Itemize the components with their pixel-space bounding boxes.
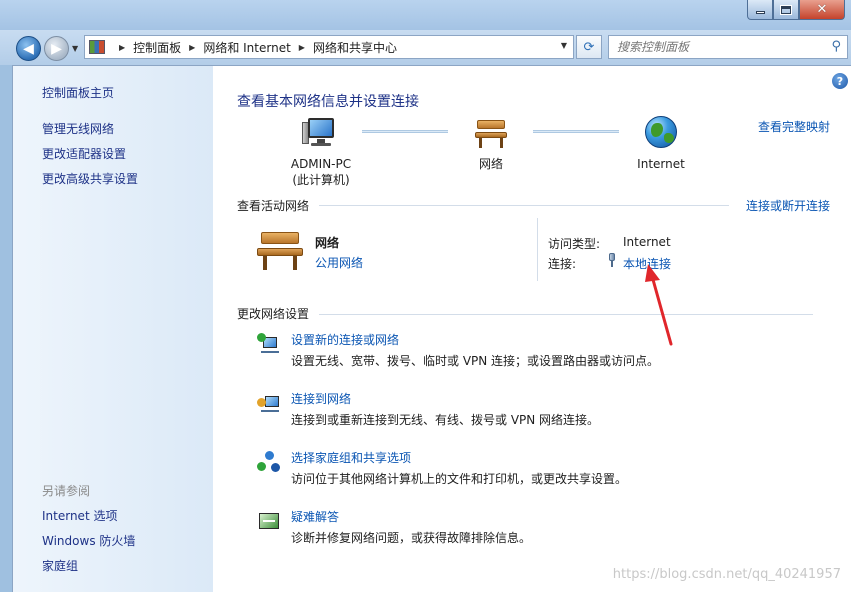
new-connection-icon	[257, 333, 281, 355]
computer-name: ADMIN-PC	[290, 157, 352, 171]
new-connection-desc: 设置无线、宽带、拨号、临时或 VPN 连接；或设置路由器或访问点。	[291, 354, 660, 368]
control-panel-icon	[89, 40, 105, 54]
search-box[interactable]: ⚲	[608, 35, 848, 59]
ethernet-plug-icon	[608, 253, 616, 267]
active-networks-heading: 查看活动网络	[237, 199, 310, 213]
breadcrumb-separator-icon[interactable]: ▶	[299, 43, 305, 52]
new-connection-link[interactable]: 设置新的连接或网络	[291, 331, 399, 348]
maximize-icon	[780, 4, 792, 15]
back-button[interactable]: ◀	[16, 36, 41, 61]
address-dropdown-icon[interactable]: ▼	[561, 41, 567, 50]
minimize-button[interactable]	[747, 0, 773, 20]
navigation-bar: ◀ ▶ ▼ ▶ 控制面板 ▶ 网络和 Internet ▶ 网络和共享中心 ▼ …	[0, 30, 851, 65]
bench-network-icon	[473, 116, 509, 150]
connections-label: 连接:	[548, 257, 577, 271]
address-bar[interactable]: ▶ 控制面板 ▶ 网络和 Internet ▶ 网络和共享中心 ▼	[84, 35, 574, 59]
internet-label: Internet	[637, 157, 685, 171]
sidebar: 控制面板主页 管理无线网络 更改适配器设置 更改高级共享设置 另请参阅 Inte…	[13, 66, 213, 592]
content-area: 控制面板主页 管理无线网络 更改适配器设置 更改高级共享设置 另请参阅 Inte…	[12, 65, 851, 592]
breadcrumb-separator-icon[interactable]: ▶	[119, 43, 125, 52]
connect-network-link[interactable]: 连接到网络	[291, 390, 351, 407]
change-settings-heading: 更改网络设置	[237, 307, 310, 321]
sidebar-homegroup[interactable]: 家庭组	[42, 557, 78, 574]
globe-icon	[645, 116, 677, 148]
map-node-computer[interactable]: ADMIN-PC (此计算机)	[279, 116, 363, 188]
sidebar-advanced-sharing[interactable]: 更改高级共享设置	[42, 170, 138, 187]
computer-icon	[302, 116, 340, 150]
homegroup-icon	[257, 451, 281, 473]
title-bar: ✕	[0, 0, 851, 30]
main-panel: ? 查看基本网络信息并设置连接 查看完整映射 ADMIN-PC (此计算机) 网…	[213, 66, 851, 592]
close-icon: ✕	[816, 2, 828, 17]
access-type-value: Internet	[623, 235, 671, 249]
search-input[interactable]	[617, 40, 817, 54]
map-node-network[interactable]: 网络	[463, 116, 519, 172]
forward-arrow-icon: ▶	[51, 40, 62, 57]
sidebar-internet-options[interactable]: Internet 选项	[42, 507, 117, 524]
section-divider	[319, 314, 813, 315]
breadcrumb-network-sharing-center[interactable]: 网络和共享中心	[313, 39, 397, 56]
back-arrow-icon: ◀	[23, 40, 34, 57]
active-network-name: 网络	[315, 236, 340, 250]
bench-network-icon	[255, 228, 305, 272]
map-link-line	[533, 130, 619, 133]
watermark: https://blog.csdn.net/qq_40241957	[612, 567, 841, 582]
network-type-link[interactable]: 公用网络	[315, 254, 363, 271]
homegroup-sharing-link[interactable]: 选择家庭组和共享选项	[291, 449, 411, 466]
section-divider	[319, 205, 729, 206]
search-icon[interactable]: ⚲	[831, 39, 841, 54]
forward-button[interactable]: ▶	[44, 36, 69, 61]
breadcrumb-separator-icon[interactable]: ▶	[189, 43, 195, 52]
sidebar-windows-firewall[interactable]: Windows 防火墙	[42, 532, 135, 549]
refresh-button[interactable]: ⟳	[576, 35, 602, 59]
sidebar-change-adapter[interactable]: 更改适配器设置	[42, 145, 126, 162]
connect-network-desc: 连接到或重新连接到无线、有线、拨号或 VPN 网络连接。	[291, 413, 600, 427]
computer-subtitle: (此计算机)	[292, 173, 350, 187]
homegroup-sharing-desc: 访问位于其他网络计算机上的文件和打印机，或更改共享设置。	[291, 472, 628, 486]
maximize-button[interactable]	[773, 0, 799, 20]
minimize-icon	[755, 11, 765, 14]
troubleshoot-icon	[257, 510, 281, 532]
close-button[interactable]: ✕	[799, 0, 845, 20]
network-label: 网络	[478, 157, 503, 171]
breadcrumb-control-panel[interactable]: 控制面板	[133, 39, 181, 56]
sidebar-home-link[interactable]: 控制面板主页	[42, 84, 114, 101]
access-type-label: 访问类型:	[548, 237, 601, 251]
vertical-divider	[537, 218, 538, 281]
active-network-panel: 网络 公用网络 访问类型: Internet 连接: 本地连接	[237, 218, 827, 283]
red-annotation-arrow	[645, 264, 673, 346]
page-title: 查看基本网络信息并设置连接	[237, 94, 419, 110]
connect-network-icon	[257, 392, 281, 414]
sidebar-see-also-title: 另请参阅	[42, 484, 91, 498]
troubleshoot-link[interactable]: 疑难解答	[291, 508, 339, 525]
connect-disconnect-link[interactable]: 连接或断开连接	[746, 197, 830, 214]
map-link-line	[362, 130, 448, 133]
help-icon[interactable]: ?	[832, 73, 848, 89]
map-node-internet[interactable]: Internet	[629, 116, 693, 172]
breadcrumb-network-internet[interactable]: 网络和 Internet	[203, 39, 290, 56]
window-controls: ✕	[747, 0, 845, 20]
refresh-icon: ⟳	[583, 39, 595, 55]
sidebar-manage-wireless[interactable]: 管理无线网络	[42, 120, 114, 137]
view-full-map-link[interactable]: 查看完整映射	[758, 118, 830, 135]
troubleshoot-desc: 诊断并修复网络问题，或获得故障排除信息。	[291, 531, 532, 545]
recent-pages-dropdown-icon[interactable]: ▼	[72, 44, 78, 53]
